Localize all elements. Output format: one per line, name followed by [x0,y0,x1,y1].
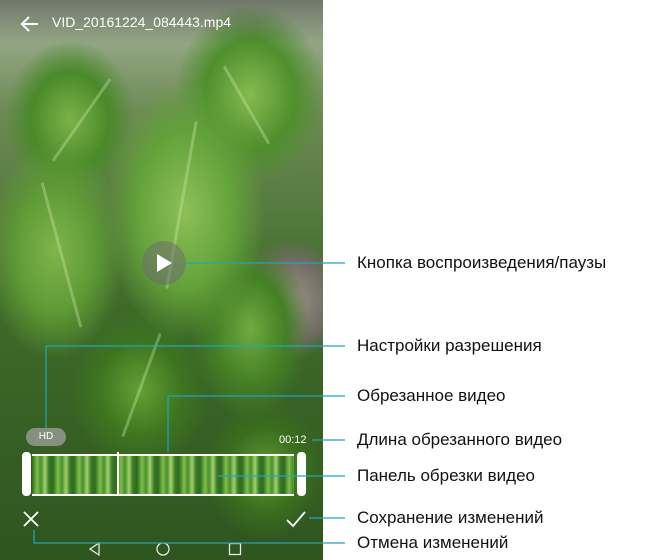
phone-screen: VID_20161224_084443.mp4 HD 00:12 [0,0,323,560]
trim-frames [32,454,294,496]
callout-label-cancel: Отмена изменений [357,533,509,552]
leaf-vein [51,78,112,162]
video-title: VID_20161224_084443.mp4 [52,14,232,30]
arrow-left-icon[interactable] [20,14,40,34]
callout-label-trim-panel: Панель обрезки видео [357,466,535,485]
circle-home-icon[interactable] [156,542,170,556]
trim-playhead[interactable] [117,452,119,496]
leaf-vein [121,332,162,438]
square-recent-icon[interactable] [228,542,242,556]
system-nav-bar [0,538,323,560]
trim-duration: 00:12 [279,434,307,446]
callout-label-trimmed-length: Длина обрезанного видео [357,430,563,449]
leaf-vein [222,65,271,145]
leaf-vein [40,182,83,328]
trim-handle-right[interactable] [297,452,306,496]
trim-panel[interactable] [22,452,306,496]
play-pause-button[interactable] [142,241,186,285]
callout-label-trimmed-video: Обрезанное видео [357,386,506,405]
top-bar: VID_20161224_084443.mp4 [0,0,323,44]
callout-label-play-pause: Кнопка воспроизведения/паузы [357,253,607,272]
resolution-button[interactable]: HD [26,428,66,446]
play-icon [157,254,172,272]
close-icon[interactable] [22,510,40,528]
trim-handle-left[interactable] [22,452,31,496]
callout-label-save: Сохранение изменений [357,508,544,527]
check-icon[interactable] [285,510,307,528]
triangle-back-icon[interactable] [88,542,102,556]
callout-label-resolution: Настройки разрешения [357,336,542,355]
